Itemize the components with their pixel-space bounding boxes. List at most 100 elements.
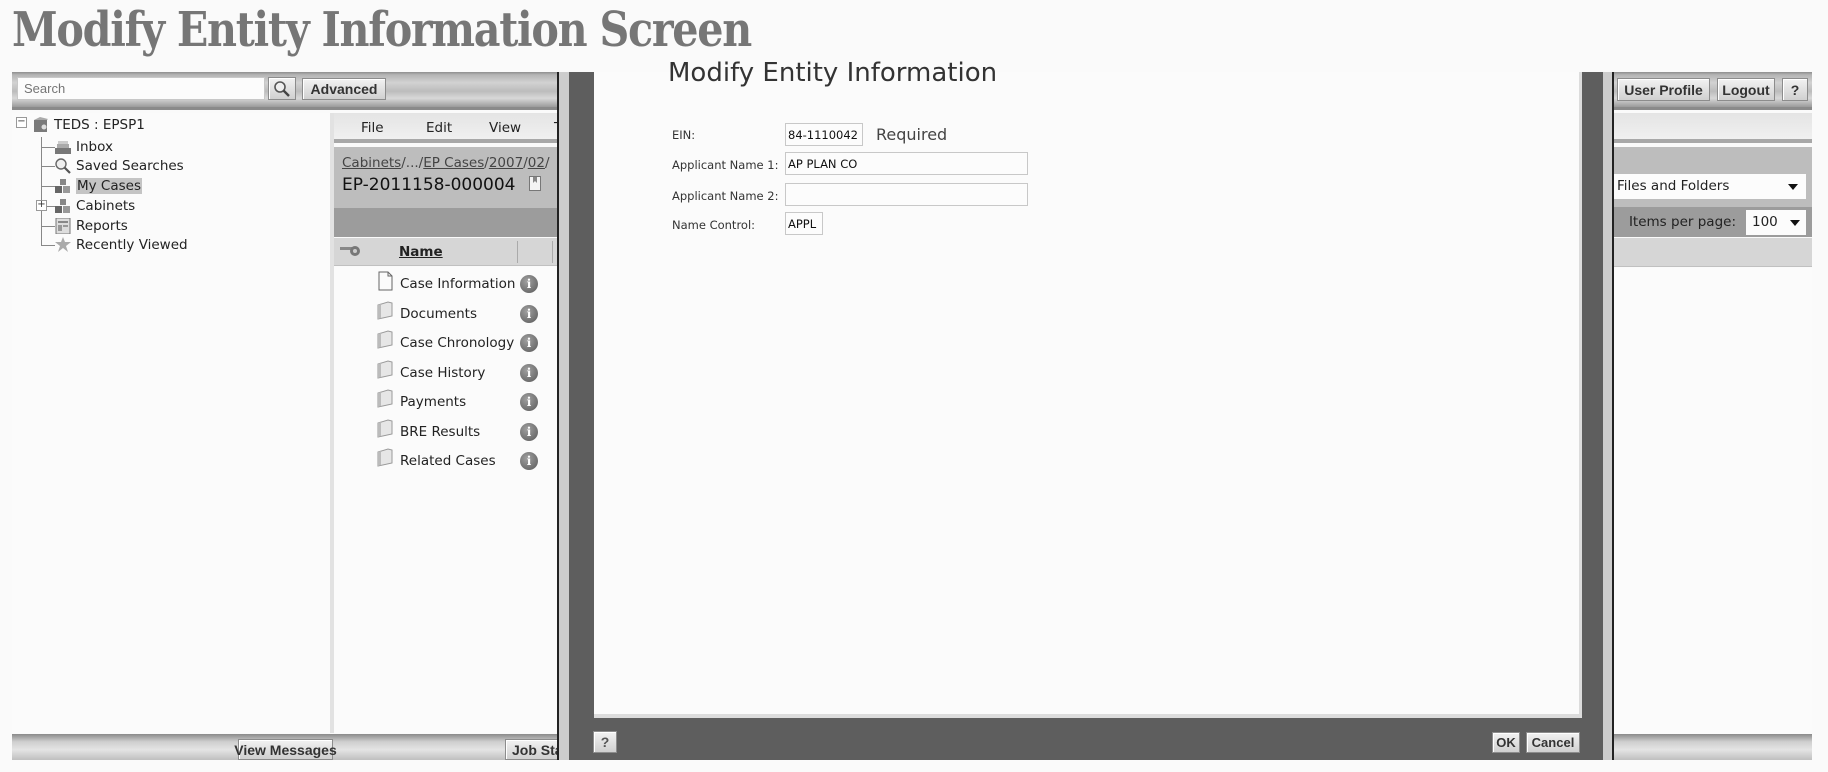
logout-button[interactable]: Logout: [1717, 78, 1775, 101]
tree-item-label: My Cases: [76, 177, 142, 194]
menu-view[interactable]: View: [489, 120, 521, 136]
info-icon[interactable]: i: [520, 393, 538, 411]
breadcrumb-ep-cases[interactable]: EP Cases: [423, 155, 484, 171]
folder-icon: [377, 359, 393, 379]
pagination-band: Items per page: 100: [1613, 207, 1812, 237]
list-item-label: Payments: [400, 394, 467, 410]
search-input[interactable]: [17, 77, 265, 100]
info-icon[interactable]: i: [520, 452, 538, 470]
tree-connector: [41, 245, 55, 246]
folder-icon: [377, 418, 393, 438]
magnifier-icon: [274, 80, 290, 97]
ok-button[interactable]: OK: [1492, 732, 1520, 753]
saved-search-icon: [55, 157, 71, 174]
items-per-page-value: 100: [1752, 214, 1778, 230]
name-control-field[interactable]: APPL: [785, 212, 823, 235]
case-header: Cabinets/.../EP Cases/2007/02/ EP-201115…: [334, 147, 558, 208]
collapse-toggle[interactable]: −: [16, 117, 27, 128]
cabinets-icon: [55, 198, 70, 213]
breadcrumb-cabinets[interactable]: Cabinets: [342, 155, 401, 171]
items-per-page-select[interactable]: 100: [1746, 210, 1806, 235]
folder-icon: [377, 330, 393, 349]
folder-icon: [377, 448, 393, 467]
list-item[interactable]: Case History: [376, 359, 486, 384]
key-icon: [340, 246, 360, 256]
item-list-right: [1613, 268, 1812, 734]
advanced-search-button[interactable]: Advanced: [302, 78, 386, 100]
inbox-icon: [55, 140, 71, 154]
job-status-button[interactable]: Job Sta: [505, 739, 565, 760]
search-button[interactable]: [268, 77, 296, 100]
tree-item-my-cases[interactable]: My Cases: [54, 176, 142, 195]
column-header-right: [1613, 238, 1812, 267]
ein-required-note: Required: [876, 125, 948, 144]
applicant-name-1-label: Applicant Name 1:: [672, 158, 779, 172]
status-bar-right: [1613, 734, 1812, 760]
breadcrumb: Cabinets/.../EP Cases/2007/02/: [342, 155, 550, 171]
applicant-name-1-field[interactable]: AP PLAN CO: [785, 152, 1028, 175]
tree-root[interactable]: TEDS : EPSP1: [32, 115, 145, 134]
tree-connector: [41, 226, 55, 227]
tree-item-recently-viewed[interactable]: Recently Viewed: [54, 235, 188, 254]
user-profile-button[interactable]: User Profile: [1617, 78, 1710, 101]
list-item[interactable]: Related Cases: [376, 448, 496, 472]
info-icon[interactable]: i: [520, 422, 538, 441]
breadcrumb-2007[interactable]: 2007: [489, 155, 523, 171]
tree-item-label: Reports: [76, 217, 128, 234]
name-control-label: Name Control:: [672, 218, 756, 232]
chevron-down-icon: [1788, 184, 1798, 190]
info-icon[interactable]: i: [520, 275, 538, 293]
column-divider[interactable]: [552, 241, 553, 263]
list-item[interactable]: Case Chronology: [376, 330, 515, 354]
reports-icon: [55, 217, 71, 234]
info-icon[interactable]: i: [520, 363, 538, 382]
info-icon[interactable]: i: [520, 304, 538, 323]
tree-item-label: Cabinets: [76, 197, 136, 214]
folder-icon: [377, 389, 393, 408]
list-item-label: Case History: [400, 364, 486, 381]
applicant-name-2-field[interactable]: [785, 183, 1028, 206]
expand-toggle[interactable]: +: [36, 200, 47, 211]
list-item-label: Related Cases: [400, 453, 496, 469]
case-id-text: EP-2011158-000004: [342, 175, 516, 195]
modal-border: [559, 72, 569, 760]
tree-root-label: TEDS : EPSP1: [54, 116, 145, 133]
tree-item-inbox[interactable]: Inbox: [54, 137, 113, 156]
list-item[interactable]: Case Information: [376, 271, 515, 295]
breadcrumb-ellipsis: ...: [405, 155, 419, 171]
ein-field[interactable]: 84-1110042: [785, 123, 863, 146]
view-filter-select[interactable]: Files and Folders: [1613, 174, 1806, 199]
dialog-title: Modify Entity Information: [668, 58, 998, 88]
menu-bar-right: [1613, 113, 1812, 143]
dialog-help-button[interactable]: ?: [593, 731, 617, 753]
slide-title: Modify Entity Information Screen: [12, 2, 752, 58]
list-item[interactable]: Documents: [376, 300, 477, 325]
action-band: [334, 208, 558, 237]
tree-item-saved-searches[interactable]: Saved Searches: [54, 156, 184, 175]
column-divider[interactable]: [517, 241, 518, 263]
menu-file[interactable]: File: [361, 120, 384, 136]
list-item-label: Documents: [400, 305, 477, 322]
tree-item-reports[interactable]: Reports: [54, 216, 128, 235]
chevron-down-icon: [1790, 220, 1800, 226]
menu-bar: File Edit View T: [334, 113, 562, 143]
list-item[interactable]: BRE Results: [376, 418, 480, 443]
folder-icon: [377, 300, 393, 320]
breadcrumb-02[interactable]: 02: [528, 155, 545, 171]
bookmark-icon[interactable]: [528, 176, 541, 191]
screen: Modify Entity Information Screen Advance…: [0, 0, 1828, 772]
list-item-label: Case Chronology: [400, 335, 515, 351]
modal-border: [1603, 72, 1612, 760]
tree-connector: [41, 137, 42, 246]
tree-item-label: Inbox: [76, 138, 113, 155]
view-messages-button[interactable]: View Messages: [234, 739, 337, 760]
cancel-button[interactable]: Cancel: [1526, 732, 1580, 753]
column-name-header[interactable]: Name: [399, 244, 443, 260]
info-icon[interactable]: i: [520, 334, 538, 352]
navigation-tree: − TEDS : EPSP1 Inbox Saved Searches My C…: [12, 113, 330, 733]
tree-item-cabinets[interactable]: Cabinets: [54, 196, 135, 215]
help-button[interactable]: ?: [1782, 78, 1808, 101]
menu-edit[interactable]: Edit: [426, 120, 452, 136]
tree-connector: [41, 186, 55, 187]
list-item[interactable]: Payments: [376, 389, 467, 413]
